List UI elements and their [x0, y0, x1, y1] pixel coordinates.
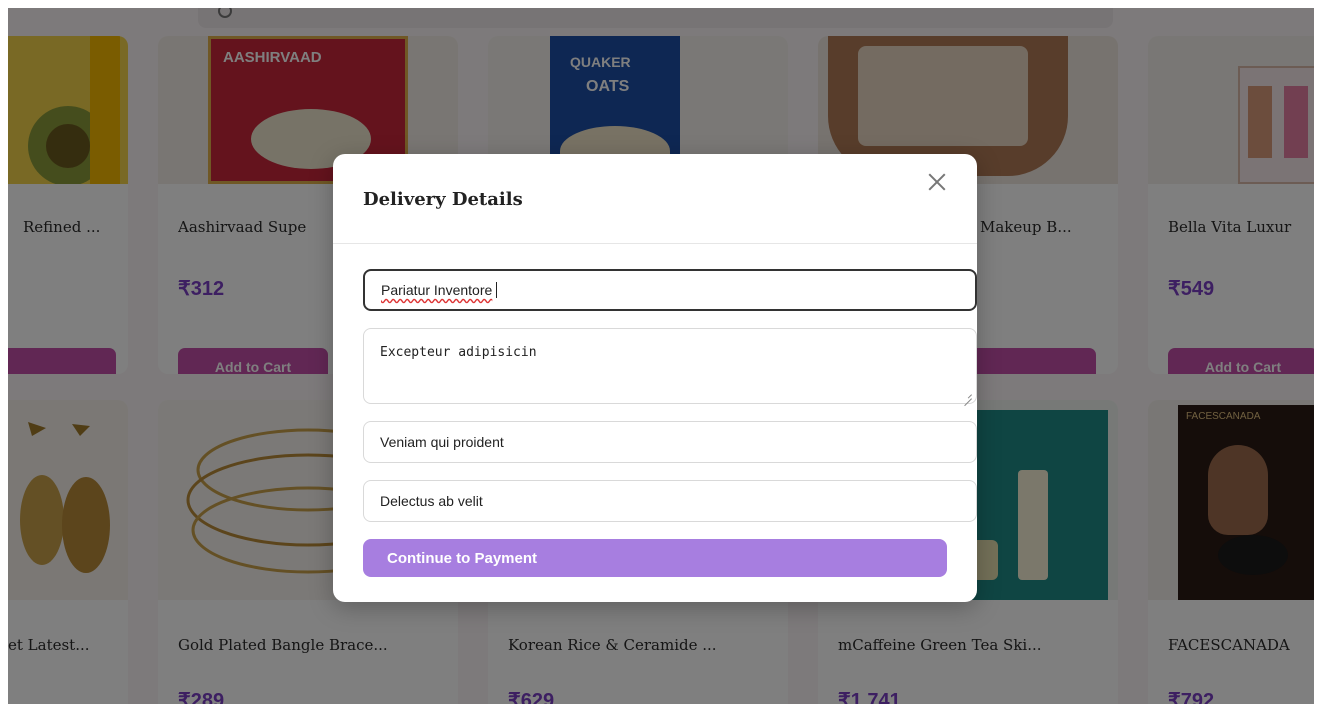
pincode-input[interactable]: Delectus ab velit	[363, 480, 977, 522]
address-textarea[interactable]: Excepteur adipisicin	[363, 328, 977, 404]
phone-input[interactable]: Veniam qui proident	[363, 421, 977, 463]
input-value: Pariatur Inventore	[381, 282, 493, 298]
text-caret	[496, 282, 498, 298]
full-name-input[interactable]: Pariatur Inventore	[363, 269, 977, 311]
modal-header: Delivery Details	[333, 154, 977, 244]
close-icon[interactable]	[923, 168, 951, 196]
modal-title: Delivery Details	[363, 189, 523, 210]
input-value: Veniam qui proident	[380, 434, 504, 450]
input-value: Delectus ab velit	[380, 493, 483, 509]
continue-to-payment-button[interactable]: Continue to Payment	[363, 539, 947, 577]
input-value: Excepteur adipisicin	[380, 345, 537, 360]
delivery-details-modal: Delivery Details Pariatur Inventore Exce…	[333, 154, 977, 602]
resize-handle-icon[interactable]	[962, 389, 972, 399]
